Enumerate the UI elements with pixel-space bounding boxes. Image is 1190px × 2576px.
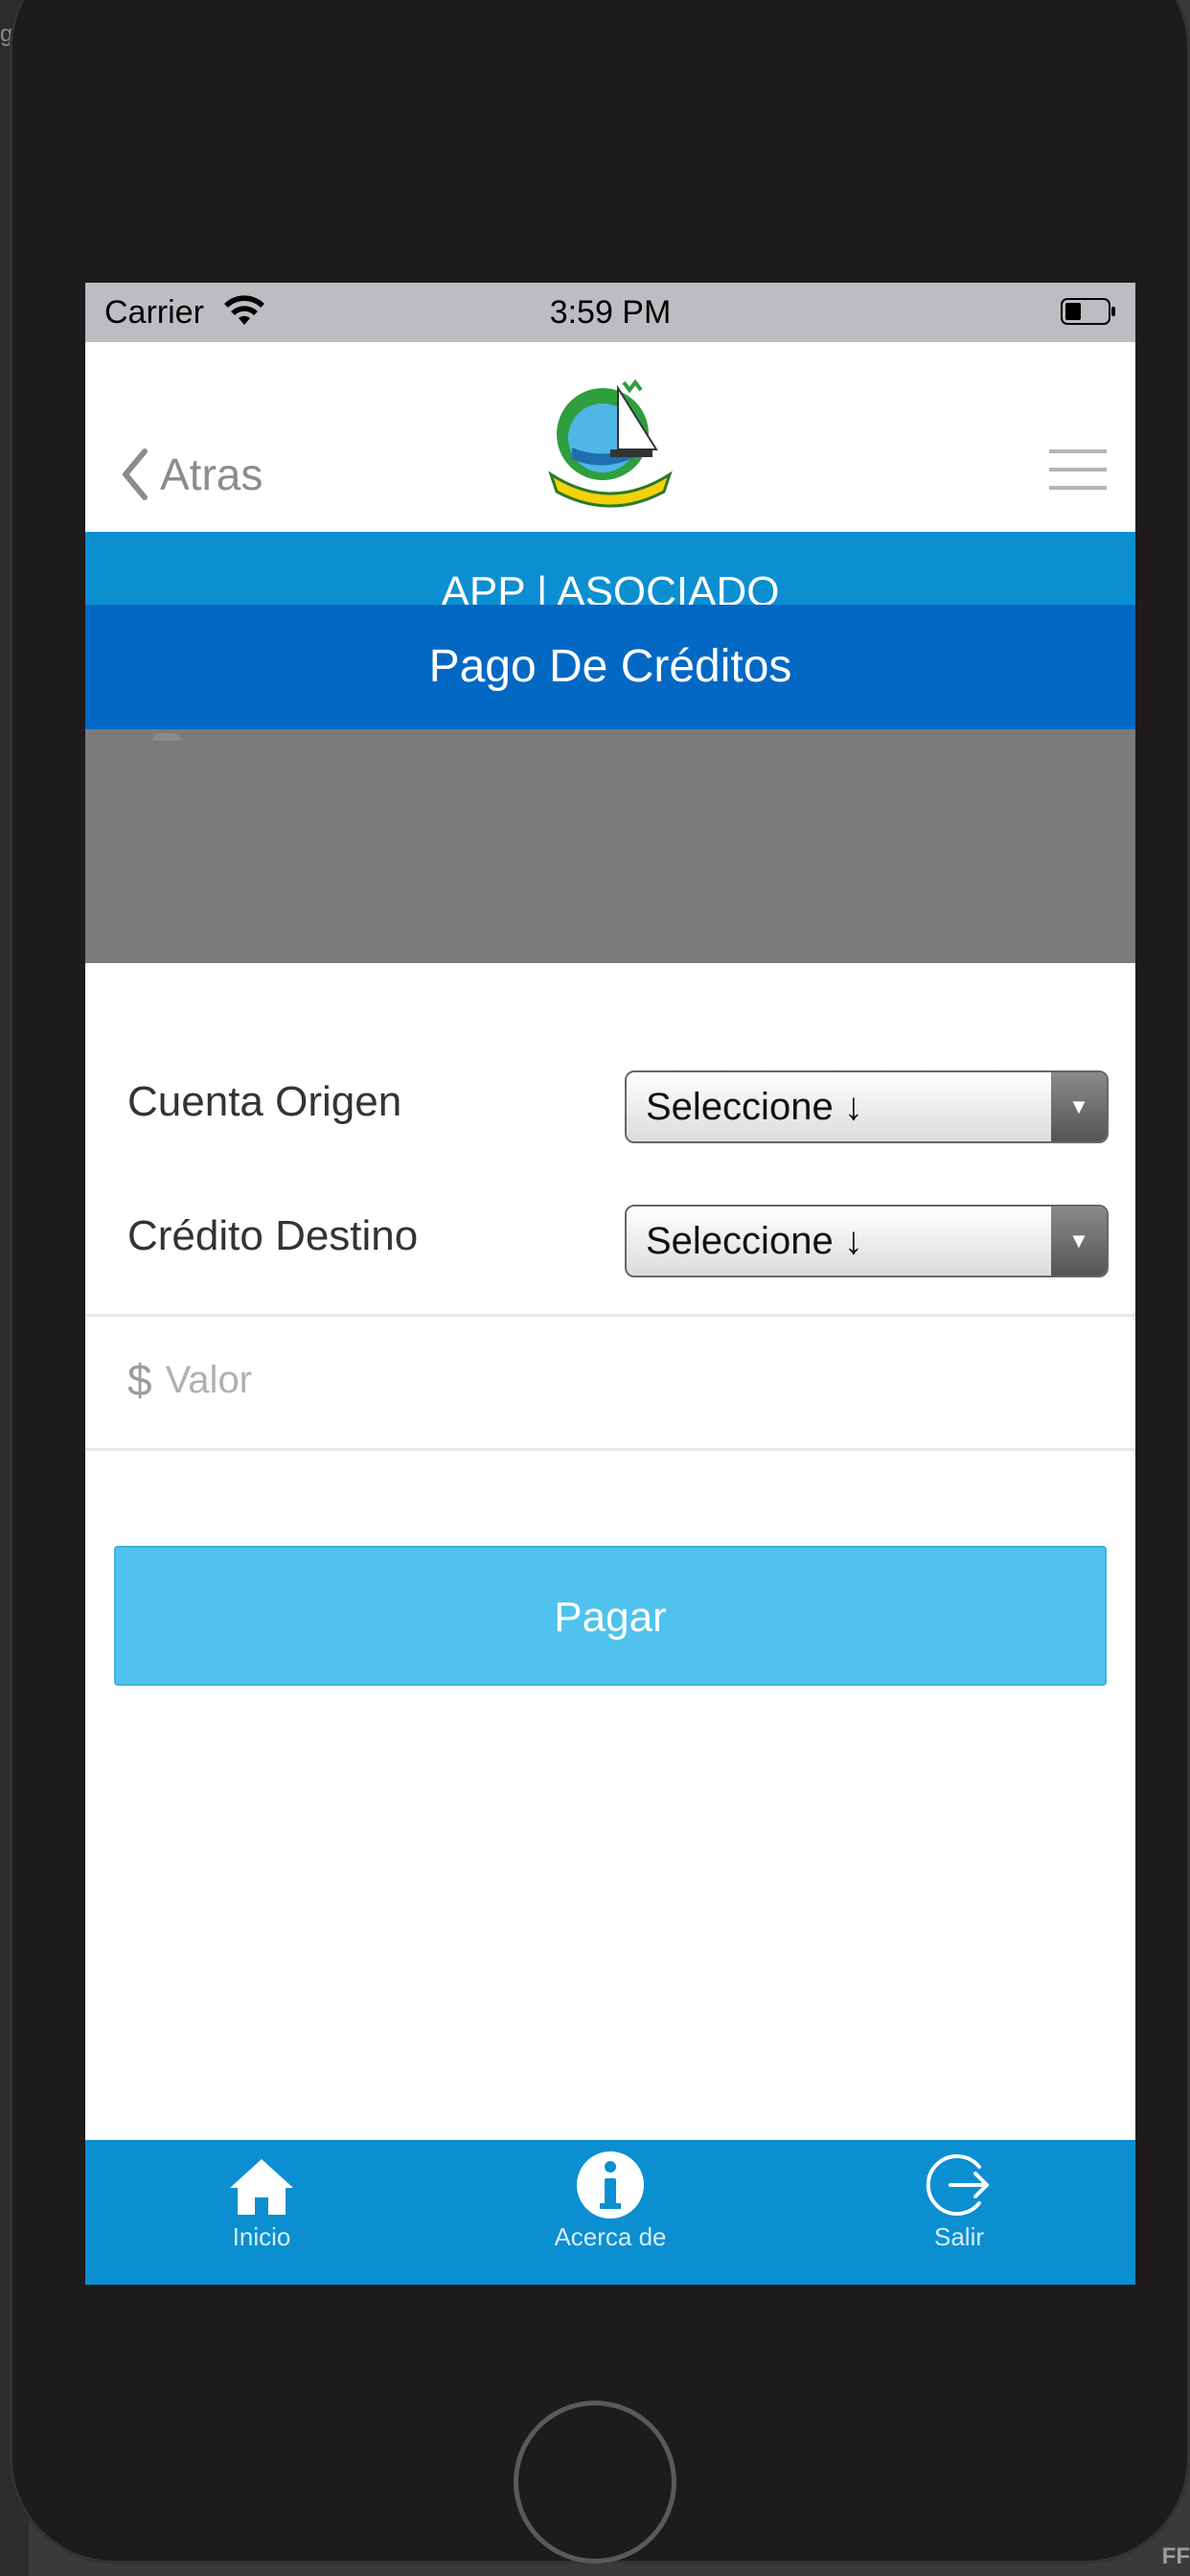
navigation-bar: Atras bbox=[85, 342, 1135, 532]
cooperative-logo bbox=[548, 379, 673, 508]
clock: 3:59 PM bbox=[549, 294, 672, 331]
tab-acerca-de[interactable]: Acerca de bbox=[467, 2140, 754, 2285]
home-icon bbox=[230, 2159, 293, 2215]
origin-account-row: Cuenta Origen Seleccione ↓ ▼ bbox=[85, 1061, 1135, 1157]
dropdown-arrow-icon: ▼ bbox=[1051, 1072, 1107, 1141]
phone-screen: Carrier 3:59 PM Atras APP | ASOCIADO Pag… bbox=[85, 283, 1135, 2285]
chevron-left-icon bbox=[123, 448, 148, 500]
simulator-corner-text: FF bbox=[1161, 2543, 1190, 2569]
tab-salir-label: Salir bbox=[933, 2222, 984, 2251]
back-label: Atras bbox=[160, 449, 263, 499]
tab-inicio[interactable]: Inicio bbox=[118, 2140, 405, 2285]
home-button[interactable] bbox=[514, 2401, 676, 2564]
amount-field[interactable]: $ bbox=[127, 1354, 1028, 1406]
origin-account-select[interactable]: Seleccione ↓ ▼ bbox=[625, 1070, 1109, 1143]
hamburger-menu-icon[interactable] bbox=[1049, 446, 1107, 494]
tab-acerca-de-label: Acerca de bbox=[554, 2222, 667, 2251]
origin-account-label: Cuenta Origen bbox=[127, 1078, 402, 1125]
app-header-text: APP | ASOCIADO bbox=[441, 568, 780, 605]
battery-icon bbox=[1061, 298, 1115, 325]
divider bbox=[85, 1448, 1135, 1451]
info-icon bbox=[577, 2151, 644, 2219]
dollar-icon: $ bbox=[127, 1355, 152, 1405]
destination-credit-select[interactable]: Seleccione ↓ ▼ bbox=[625, 1205, 1109, 1277]
pay-button[interactable]: Pagar bbox=[114, 1546, 1107, 1686]
gray-overlay bbox=[85, 729, 1135, 963]
tab-inicio-label: Inicio bbox=[232, 2222, 291, 2251]
amount-input[interactable] bbox=[165, 1358, 1028, 1402]
overlay-artifact bbox=[152, 733, 181, 741]
origin-account-select-value: Seleccione ↓ bbox=[646, 1086, 863, 1128]
destination-credit-row: Crédito Destino Seleccione ↓ ▼ bbox=[85, 1195, 1135, 1291]
status-bar: Carrier 3:59 PM bbox=[85, 283, 1135, 342]
exit-icon bbox=[926, 2154, 989, 2216]
destination-credit-select-value: Seleccione ↓ bbox=[646, 1220, 863, 1262]
back-button[interactable]: Atras bbox=[120, 448, 263, 501]
destination-credit-label: Crédito Destino bbox=[127, 1212, 419, 1259]
tab-salir[interactable]: Salir bbox=[815, 2140, 1103, 2285]
page-title: Pago De Créditos bbox=[85, 605, 1135, 729]
dropdown-arrow-icon: ▼ bbox=[1051, 1207, 1107, 1276]
app-header-bar: APP | ASOCIADO bbox=[85, 532, 1135, 605]
divider bbox=[85, 1314, 1135, 1317]
tab-bar: Inicio Acerca de Salir bbox=[85, 2140, 1135, 2285]
